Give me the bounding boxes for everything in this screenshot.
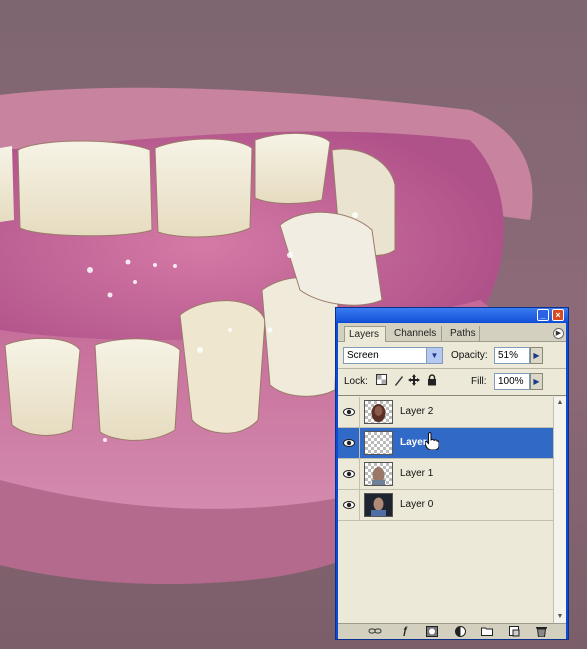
close-icon[interactable]: × (552, 309, 564, 321)
lock-paint-icon[interactable] (393, 374, 404, 386)
layer-thumbnail (364, 431, 393, 455)
layer-thumbnail (364, 462, 393, 486)
palette-menu-icon[interactable]: ▶ (553, 328, 564, 339)
fill-slider-icon[interactable]: ▶ (530, 373, 543, 390)
layer-name[interactable]: Layer 0 (400, 499, 433, 510)
layer-name[interactable]: Layer 1 (400, 468, 433, 479)
layer-row[interactable]: Layer 2 (338, 397, 553, 428)
eye-icon[interactable] (343, 437, 355, 449)
layer-name[interactable]: Layer 2 (400, 406, 433, 417)
layers-palette: _ × Layers Channels Paths ▶ Screen ▼ Opa… (335, 307, 569, 640)
eye-icon[interactable] (343, 406, 355, 418)
tab-layers[interactable]: Layers (344, 326, 386, 342)
mask-icon[interactable] (426, 626, 438, 637)
new-layer-icon[interactable] (508, 626, 520, 637)
minimize-icon[interactable]: _ (537, 309, 549, 321)
fill-input[interactable]: 100% (494, 373, 530, 390)
group-icon[interactable] (481, 626, 493, 637)
tab-channels[interactable]: Channels (390, 326, 442, 341)
blend-mode-select[interactable]: Screen ▼ (343, 347, 443, 364)
layer-thumbnail (364, 400, 393, 424)
eye-icon[interactable] (343, 499, 355, 511)
tab-paths[interactable]: Paths (446, 326, 480, 341)
divider (338, 368, 566, 369)
opacity-slider-icon[interactable]: ▶ (530, 347, 543, 364)
palette-bottom-toolbar: ƒ (338, 623, 566, 639)
layer-style-icon[interactable]: ƒ (399, 626, 411, 637)
lock-move-icon[interactable] (408, 374, 420, 386)
palette-body: Layers Channels Paths ▶ Screen ▼ Opacity… (338, 323, 566, 639)
eye-icon[interactable] (343, 468, 355, 480)
lock-all-icon[interactable] (426, 374, 437, 386)
layer-row[interactable]: Layer 1 (338, 459, 553, 490)
layer-name[interactable]: Layer (400, 437, 427, 448)
layer-row-selected[interactable]: Layer (338, 428, 553, 459)
layer-thumbnail (364, 493, 393, 517)
scroll-down-icon[interactable]: ▼ (555, 612, 565, 622)
palette-titlebar[interactable]: _ × (336, 308, 568, 322)
hand-cursor-icon (425, 432, 439, 450)
divider (338, 395, 566, 396)
lock-label: Lock: (344, 376, 368, 387)
trash-icon[interactable] (535, 626, 547, 638)
chevron-down-icon[interactable]: ▼ (426, 348, 442, 363)
layers-scrollbar[interactable]: ▲ ▼ (553, 397, 566, 623)
opacity-label: Opacity: (451, 350, 488, 361)
palette-tabs: Layers Channels Paths ▶ (338, 323, 566, 342)
blend-mode-value: Screen (347, 350, 379, 361)
lock-transparent-icon[interactable] (376, 374, 387, 386)
scroll-up-icon[interactable]: ▲ (555, 398, 565, 408)
link-icon[interactable] (368, 626, 382, 637)
layer-row[interactable]: Layer 0 (338, 490, 553, 521)
adjustment-icon[interactable] (454, 626, 466, 637)
layers-list: Layer 2 Layer Layer 1 Layer 0 (338, 397, 553, 623)
fill-label: Fill: (471, 376, 487, 387)
opacity-input[interactable]: 51% (494, 347, 530, 364)
